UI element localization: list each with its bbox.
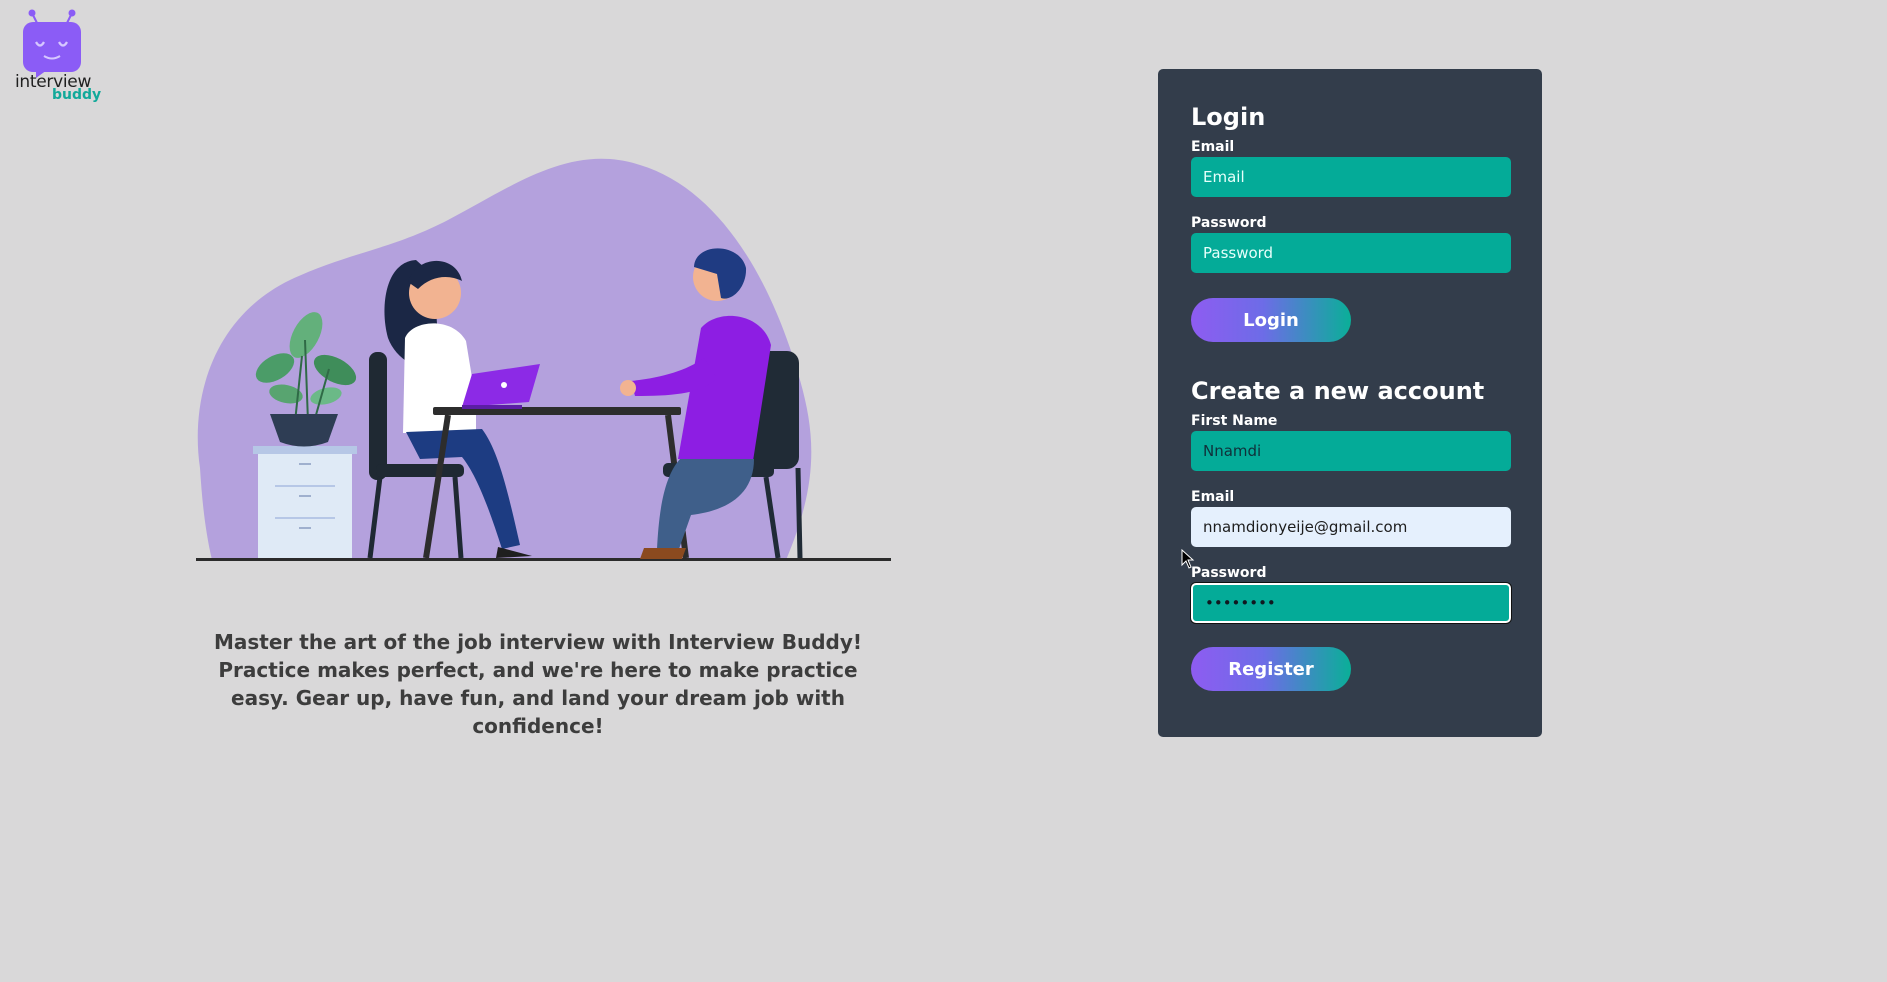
hero-tagline: Master the art of the job interview with… xyxy=(214,630,862,738)
register-email-label: Email xyxy=(1191,489,1235,505)
register-email-input[interactable] xyxy=(1191,507,1511,547)
interview-illustration xyxy=(196,158,891,561)
first-name-input[interactable] xyxy=(1191,431,1511,471)
register-password-label: Password xyxy=(1191,565,1267,581)
register-password-input[interactable] xyxy=(1191,583,1511,623)
login-email-label: Email xyxy=(1191,139,1235,155)
interview-buddy-logo[interactable]: interview buddy xyxy=(12,8,101,108)
floor-line xyxy=(196,558,891,561)
login-heading: Login xyxy=(1191,103,1266,131)
register-button[interactable]: Register xyxy=(1191,647,1351,691)
logo-wordmark-sub: buddy xyxy=(52,87,102,103)
plant-stand xyxy=(253,446,357,558)
auth-card: Login Email Password Login Create a new … xyxy=(1158,69,1542,737)
mouse-pointer-icon xyxy=(1181,549,1195,569)
first-name-label: First Name xyxy=(1191,413,1278,429)
login-email-input[interactable] xyxy=(1191,157,1511,197)
login-password-label: Password xyxy=(1191,215,1267,231)
login-password-input[interactable] xyxy=(1191,233,1511,273)
login-button[interactable]: Login xyxy=(1191,298,1351,342)
register-heading: Create a new account xyxy=(1191,377,1485,405)
robot-chat-icon xyxy=(23,9,81,78)
